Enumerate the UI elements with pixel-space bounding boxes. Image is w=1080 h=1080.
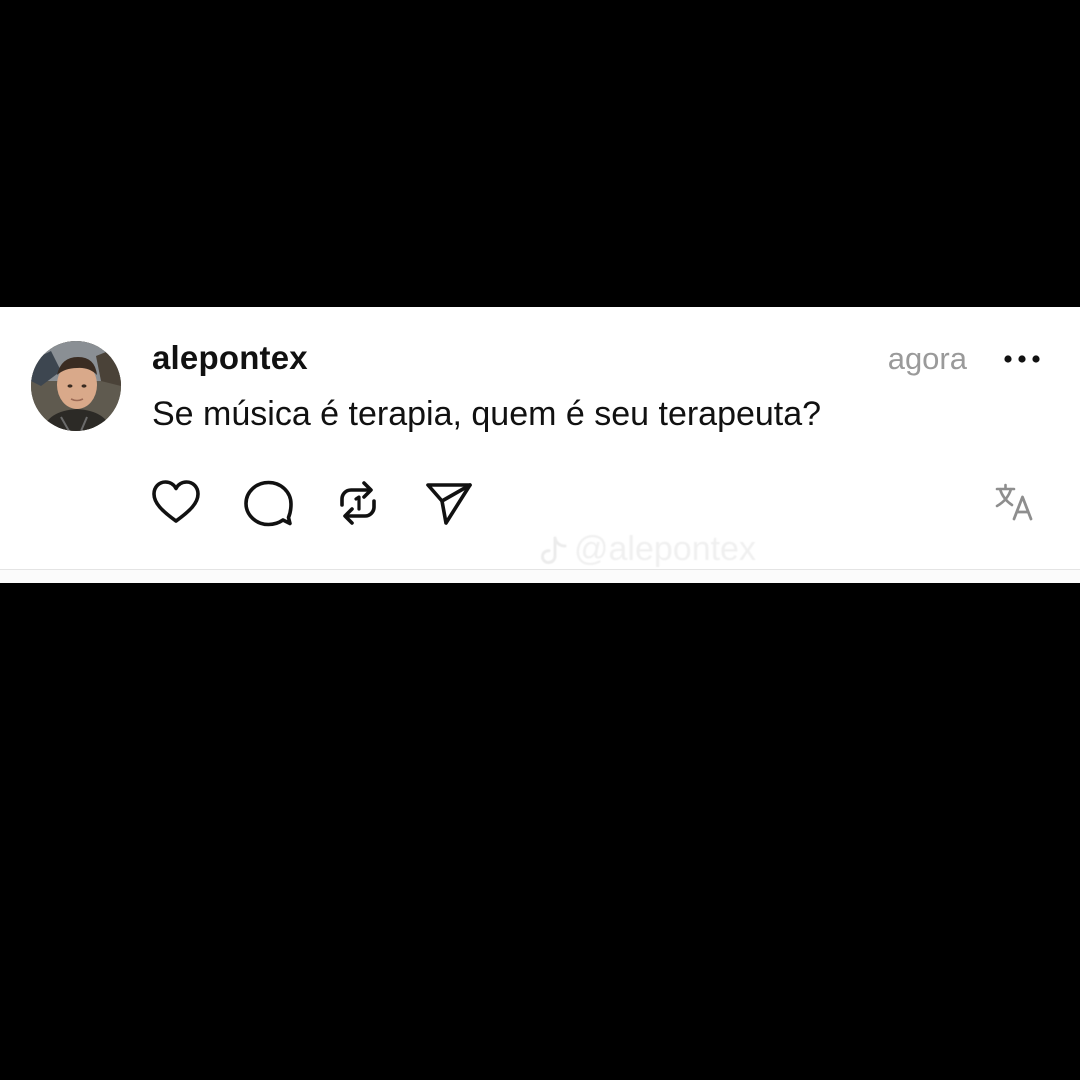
more-horizontal-icon — [1004, 355, 1040, 363]
watermark: @alepontex — [540, 530, 756, 569]
comment-bubble-icon — [244, 480, 293, 527]
translate-icon — [995, 483, 1033, 521]
repost-icon — [340, 481, 376, 525]
repost-button[interactable] — [332, 477, 384, 529]
tiktok-logo — [540, 536, 567, 564]
post-card: alepontex agora Se música é terapia, que… — [0, 307, 1080, 569]
screen: alepontex agora Se música é terapia, que… — [0, 0, 1080, 1080]
more-options-button[interactable] — [1002, 345, 1042, 373]
translate-button[interactable] — [994, 481, 1036, 523]
comment-button[interactable] — [242, 477, 294, 529]
send-icon — [426, 483, 472, 525]
timestamp: agora — [887, 341, 967, 376]
avatar[interactable] — [31, 341, 121, 431]
post-text: Se música é terapia, quem é seu terapeut… — [152, 395, 822, 433]
card-bottom-edge — [0, 569, 1080, 583]
username[interactable]: alepontex — [152, 339, 308, 377]
like-button[interactable] — [150, 477, 202, 529]
share-button[interactable] — [422, 477, 474, 529]
watermark-handle: @alepontex — [574, 530, 756, 568]
heart-icon — [152, 480, 200, 523]
